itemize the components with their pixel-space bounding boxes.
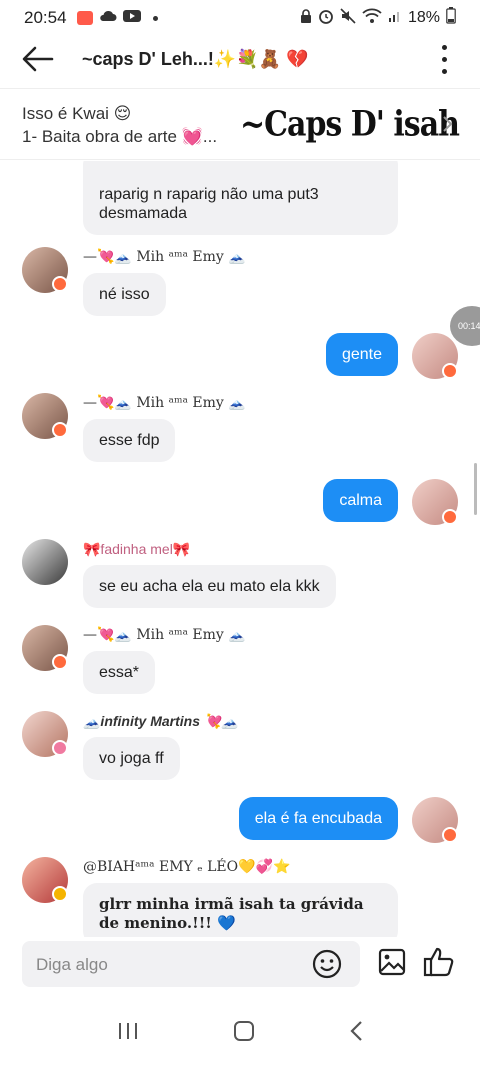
youtube-icon [122,8,141,28]
sender-name: 🗻infinity Martins 💘🗻 [83,713,239,729]
message-text: gente [341,346,382,363]
more-options-button[interactable] [434,41,454,77]
message-text: glrr minha irmã isah ta grávida de menin… [99,895,364,932]
composer: Diga algo [0,937,480,993]
verified-badge-icon [52,422,68,438]
sender-name: @BIAHᵃᵐᵃ EMY ₑ LÉO💛💞⭐ [83,859,291,875]
message-text: se eu acha ela eu mato ela kkk [99,578,320,595]
dot [441,68,447,74]
like-button[interactable] [422,945,456,984]
pinned-line-1: Isso é Kwai 😌 [22,104,132,123]
pinned-line-2: 1- Baita obra de arte 💓... [22,127,218,146]
recents-icon [119,1022,137,1039]
message-bubble[interactable]: raparig n raparig não uma put3 desmamada [83,161,398,235]
message-list[interactable]: raparig n raparig não uma put3 desmamada… [0,161,480,937]
verified-badge-icon [52,654,68,670]
sender-name: —💘🗻 Mih ᵃᵐᵃ Emy 🗻 [83,627,246,643]
back-button[interactable] [18,39,58,79]
chat-header: ~caps D' Leh...!✨💐🧸 💔 [0,36,480,82]
system-nav-bar [0,1000,480,1066]
kwai-icon [76,11,93,25]
emoji-button[interactable] [312,949,342,984]
chat-title[interactable]: ~caps D' Leh...!✨💐🧸 💔 [82,49,308,70]
cloud-icon [99,8,117,28]
message-bubble[interactable]: vo joga ff [83,737,180,780]
verified-badge-icon [442,363,458,379]
message-text: esse fdp [99,432,160,449]
dot [441,44,447,50]
sender-name: —💘🗻 Mih ᵃᵐᵃ Emy 🗻 [83,395,246,411]
verified-badge-icon [52,886,68,902]
arrow-left-icon [22,46,54,72]
signal-icon [388,9,402,28]
message-text: vo joga ff [99,750,164,767]
message-bubble[interactable]: esse fdp [83,419,176,462]
lock-icon [300,8,312,29]
message-text: ela é fa encubada [254,810,382,827]
recent-apps-button[interactable] [117,1021,139,1046]
back-chevron-icon [350,1020,362,1041]
avatar[interactable] [22,539,68,585]
message-bubble-own[interactable]: ela é fa encubada [238,797,398,840]
verified-badge-icon [52,740,68,756]
timer-chip[interactable]: 00:14 [450,306,480,346]
status-right: 18% [300,7,456,29]
message-input[interactable]: Diga algo [22,941,360,987]
message-bubble-own[interactable]: gente [325,333,398,376]
message-bubble-own[interactable]: calma [323,479,398,522]
home-button[interactable] [233,1020,255,1047]
sender-name: 🎀fadinha mel🎀 [83,541,191,557]
alarm-icon [318,8,334,29]
mute-icon [340,7,356,29]
thumbs-up-icon [423,947,454,977]
verified-badge-icon [442,827,458,843]
chevron-right-icon [442,115,454,138]
scrollbar-thumb[interactable] [474,463,477,515]
dot-icon [152,15,158,21]
home-icon [234,1020,254,1041]
message-bubble[interactable]: se eu acha ela eu mato ela kkk [83,565,336,608]
message-text: essa* [99,664,140,681]
verified-badge-icon [52,276,68,292]
message-bubble[interactable]: essa* [83,651,156,694]
message-text: raparig n raparig não uma put3 desmamada [99,186,319,222]
status-bar: 20:54 18% [0,0,480,36]
dot [441,56,447,62]
pinned-message[interactable]: Isso é Kwai 😌 1- Baita obra de arte 💓...… [0,88,480,160]
image-icon [378,948,406,976]
sender-name: —💘🗻 Mih ᵃᵐᵃ Emy 🗻 [83,249,246,265]
message-text: calma [339,492,382,509]
verified-badge-icon [442,509,458,525]
image-button[interactable] [378,947,406,982]
message-bubble[interactable]: né isso [83,273,166,316]
wifi-icon [362,8,382,29]
status-time: 20:54 [24,8,67,27]
notification-icons [76,8,158,28]
message-text: né isso [99,286,150,303]
nav-back-button[interactable] [349,1020,363,1047]
battery-text: 18% [407,9,440,26]
emoji-icon [312,949,342,979]
caption-overlay: ~Caps D' isah [240,104,460,145]
battery-icon [446,7,456,29]
message-bubble[interactable]: glrr minha irmã isah ta grávida de menin… [83,883,398,937]
